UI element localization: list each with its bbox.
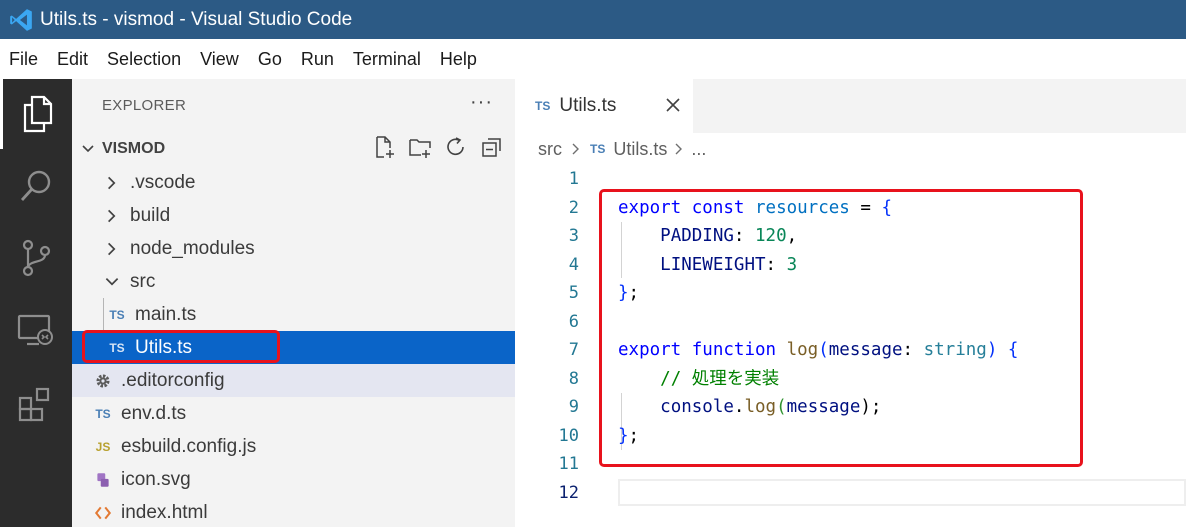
- remote-explorer-icon: [17, 314, 53, 346]
- tab-label: Utils.ts: [559, 95, 617, 116]
- explorer-sidebar: EXPLORER ··· VISMOD .vscode build node_m…: [72, 79, 515, 527]
- editor-area: TS Utils.ts src TS Utils.ts ... 1 2 3 4 …: [515, 79, 1186, 527]
- line-number: 9: [568, 397, 579, 417]
- menu-go[interactable]: Go: [258, 49, 282, 70]
- workspace-name: VISMOD: [102, 140, 166, 157]
- chevron-right-icon: [572, 143, 579, 155]
- line-number: 6: [568, 312, 579, 332]
- new-file-icon[interactable]: [372, 135, 396, 159]
- menu-run[interactable]: Run: [301, 49, 334, 70]
- line-number: 11: [558, 454, 579, 474]
- menu-selection[interactable]: Selection: [107, 49, 181, 70]
- chevron-right-icon: [108, 176, 116, 189]
- tree-label: env.d.ts: [121, 402, 187, 424]
- tree-folder-node-modules[interactable]: node_modules: [72, 232, 515, 265]
- window-title: Utils.ts - vismod - Visual Studio Code: [40, 8, 353, 30]
- gear-icon: [96, 373, 110, 388]
- highlight-box: [599, 189, 1083, 467]
- source-control-icon: [22, 239, 51, 277]
- close-icon[interactable]: [661, 93, 685, 117]
- javascript-file-icon: JS: [95, 439, 111, 454]
- activity-search[interactable]: [0, 151, 72, 221]
- tree-label: src: [130, 270, 156, 292]
- breadcrumb: src TS Utils.ts ...: [538, 137, 706, 161]
- tree-label: build: [130, 204, 171, 226]
- explorer-actions: [372, 135, 504, 159]
- breadcrumb-file[interactable]: Utils.ts: [613, 139, 667, 160]
- chevron-right-icon: [108, 242, 116, 255]
- typescript-file-icon: TS: [535, 99, 551, 113]
- new-folder-icon[interactable]: [408, 135, 432, 159]
- tree-file-editorconfig[interactable]: .editorconfig: [72, 364, 515, 397]
- chevron-down-icon: [105, 277, 119, 285]
- chevron-right-icon: [108, 209, 116, 222]
- tree-folder-vscode[interactable]: .vscode: [72, 166, 515, 199]
- chevron-down-icon: [82, 145, 94, 153]
- vscode-logo-icon: [10, 8, 32, 31]
- tree-label: .vscode: [130, 171, 196, 193]
- tree-folder-build[interactable]: build: [72, 199, 515, 232]
- tree-label: index.html: [121, 501, 208, 523]
- tab-utils-ts[interactable]: TS Utils.ts: [515, 79, 693, 133]
- tree-label: icon.svg: [121, 468, 191, 490]
- tree-file-icon-svg[interactable]: icon.svg: [72, 463, 515, 496]
- tree-folder-src[interactable]: src: [72, 265, 515, 298]
- tree-label: esbuild.config.js: [121, 435, 257, 457]
- activity-explorer[interactable]: [0, 79, 72, 149]
- line-number: 2: [568, 198, 579, 218]
- tree-file-main-ts[interactable]: TS main.ts: [72, 298, 515, 331]
- chevron-right-icon: [675, 143, 683, 155]
- explorer-icon: [23, 95, 52, 133]
- tree-file-index-html[interactable]: index.html: [72, 496, 515, 527]
- extensions-icon: [18, 387, 50, 422]
- typescript-file-icon: TS: [590, 142, 606, 156]
- tree-label: main.ts: [135, 303, 197, 325]
- line-number: 8: [568, 369, 579, 389]
- current-line-highlight: [618, 479, 1186, 506]
- html-file-icon: [94, 506, 112, 519]
- menu-view[interactable]: View: [200, 49, 239, 70]
- title-bar: Utils.ts - vismod - Visual Studio Code: [0, 0, 1186, 39]
- menu-bar: File Edit Selection View Go Run Terminal…: [0, 39, 1186, 79]
- more-actions-icon[interactable]: ···: [470, 91, 493, 114]
- tab-bar: TS Utils.ts: [515, 79, 1186, 133]
- explorer-title: EXPLORER: [102, 97, 187, 114]
- activity-source-control[interactable]: [0, 223, 72, 293]
- line-number: 4: [568, 255, 579, 275]
- menu-edit[interactable]: Edit: [57, 49, 88, 70]
- line-number: 5: [568, 283, 579, 303]
- breadcrumb-symbols[interactable]: ...: [691, 139, 706, 160]
- menu-file[interactable]: File: [9, 49, 38, 70]
- activity-extensions[interactable]: [0, 369, 72, 439]
- line-number-current: 12: [558, 483, 579, 503]
- line-number: 7: [568, 340, 579, 360]
- tree-file-env-d-ts[interactable]: TS env.d.ts: [72, 397, 515, 430]
- breadcrumb-folder[interactable]: src: [538, 139, 562, 160]
- line-number: 1: [568, 169, 579, 189]
- typescript-file-icon: TS: [109, 307, 125, 322]
- tree-label: node_modules: [130, 237, 255, 259]
- line-number: 10: [558, 426, 579, 446]
- svg-file-icon: [97, 472, 109, 487]
- refresh-icon[interactable]: [444, 135, 468, 159]
- collapse-all-icon[interactable]: [480, 135, 504, 159]
- menu-terminal[interactable]: Terminal: [353, 49, 421, 70]
- typescript-file-icon: TS: [95, 406, 111, 421]
- line-number: 3: [568, 226, 579, 246]
- search-icon: [20, 170, 51, 201]
- activity-remote-explorer[interactable]: [0, 296, 72, 366]
- menu-help[interactable]: Help: [440, 49, 477, 70]
- highlight-box: [82, 330, 280, 363]
- activity-bar: [0, 79, 72, 527]
- tree-file-esbuild-config[interactable]: JS esbuild.config.js: [72, 430, 515, 463]
- tree-label: .editorconfig: [121, 369, 225, 391]
